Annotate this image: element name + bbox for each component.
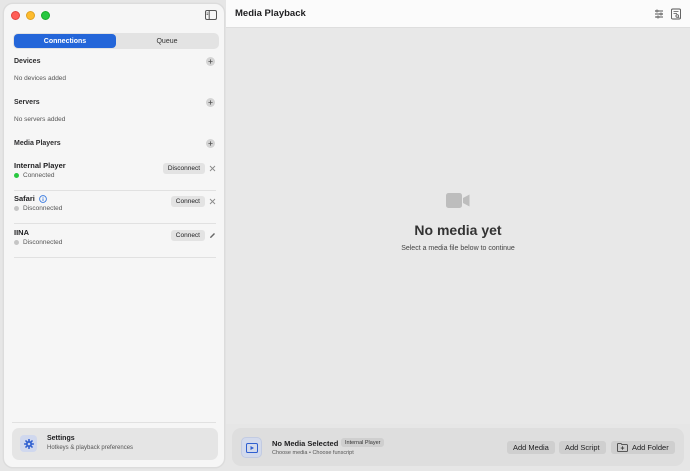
add-device-button[interactable] xyxy=(206,57,215,66)
player-status-label: Disconnected xyxy=(23,239,63,246)
close-window-button[interactable] xyxy=(11,11,20,20)
servers-empty-text: No servers added xyxy=(14,116,66,123)
player-status: Disconnected xyxy=(14,239,62,246)
player-status-label: Connected xyxy=(23,172,55,179)
divider xyxy=(12,422,216,423)
player-row-iina: IINA Disconnected Connect xyxy=(14,228,216,258)
video-camera-icon xyxy=(446,193,470,208)
folder-plus-icon xyxy=(617,443,628,452)
add-server-button[interactable] xyxy=(206,98,215,107)
player-badge: Internal Player xyxy=(341,438,385,447)
servers-heading: Servers xyxy=(14,99,40,106)
close-icon[interactable] xyxy=(209,198,216,205)
player-status-label: Disconnected xyxy=(23,205,63,212)
minimize-window-button[interactable] xyxy=(26,11,35,20)
devices-empty-text: No devices added xyxy=(14,75,67,82)
connect-button[interactable]: Connect xyxy=(170,230,205,241)
add-script-button[interactable]: Add Script xyxy=(559,441,606,454)
main-toolbar: Media Playback xyxy=(226,0,690,28)
player-row-internal: Internal Player Connected Disconnect xyxy=(14,161,216,191)
sidebar: Connections Queue Devices No devices add… xyxy=(3,3,225,468)
add-folder-label: Add Folder xyxy=(632,443,669,452)
player-name: Internal Player xyxy=(14,161,66,170)
status-dot-connected xyxy=(14,173,19,178)
media-player-icon xyxy=(245,442,258,453)
settings-subtitle: Hotkeys & playback preferences xyxy=(47,445,134,451)
disconnect-button[interactable]: Disconnect xyxy=(162,163,205,174)
sidebar-toggle-icon[interactable] xyxy=(205,10,217,20)
window-controls xyxy=(11,11,50,20)
plus-icon xyxy=(208,100,213,105)
sidebar-tabs: Connections Queue xyxy=(13,33,219,49)
close-icon[interactable] xyxy=(209,165,216,172)
add-media-label: Add Media xyxy=(513,443,549,452)
settings-icon-tile xyxy=(20,435,37,452)
add-folder-button[interactable]: Add Folder xyxy=(611,441,675,454)
player-status: Disconnected xyxy=(14,205,62,212)
connect-button[interactable]: Connect xyxy=(170,196,205,207)
list-settings-icon[interactable] xyxy=(653,8,665,20)
settings-title: Settings xyxy=(47,435,75,442)
media-viewport: No media yet Select a media file below t… xyxy=(226,28,690,424)
pencil-icon[interactable] xyxy=(209,232,216,239)
info-icon[interactable] xyxy=(39,194,47,203)
player-name-label: Internal Player xyxy=(14,161,66,170)
media-players-heading: Media Players xyxy=(14,140,61,147)
media-thumbnail xyxy=(241,437,262,458)
status-dot-disconnected xyxy=(14,206,19,211)
devices-heading: Devices xyxy=(14,58,41,65)
inspector-icon[interactable] xyxy=(670,8,682,20)
tab-connections[interactable]: Connections xyxy=(14,34,116,48)
player-name-label: IINA xyxy=(14,228,29,237)
now-playing-bar: No Media Selected Internal Player Choose… xyxy=(232,428,684,466)
add-media-button[interactable]: Add Media xyxy=(507,441,555,454)
gear-icon xyxy=(23,438,34,449)
status-dot-disconnected xyxy=(14,240,19,245)
player-row-safari: Safari Disconnected Connect xyxy=(14,194,216,224)
add-media-player-button[interactable] xyxy=(206,139,215,148)
media-title: No Media Selected xyxy=(272,439,339,448)
plus-icon xyxy=(208,59,213,64)
settings-button[interactable]: Settings Hotkeys & playback preferences xyxy=(12,428,218,460)
add-script-label: Add Script xyxy=(565,443,600,452)
player-name: IINA xyxy=(14,228,29,237)
empty-state-title: No media yet xyxy=(414,222,502,238)
plus-icon xyxy=(208,141,213,146)
app-window: Connections Queue Devices No devices add… xyxy=(0,0,690,471)
player-name: Safari xyxy=(14,194,47,203)
empty-state-subtitle: Select a media file below to continue xyxy=(401,245,515,252)
player-name-label: Safari xyxy=(14,194,35,203)
tab-queue[interactable]: Queue xyxy=(116,34,218,48)
zoom-window-button[interactable] xyxy=(41,11,50,20)
media-subtitle: Choose media • Choose funscript xyxy=(272,450,354,456)
player-status: Connected xyxy=(14,172,54,179)
page-title: Media Playback xyxy=(235,8,306,19)
